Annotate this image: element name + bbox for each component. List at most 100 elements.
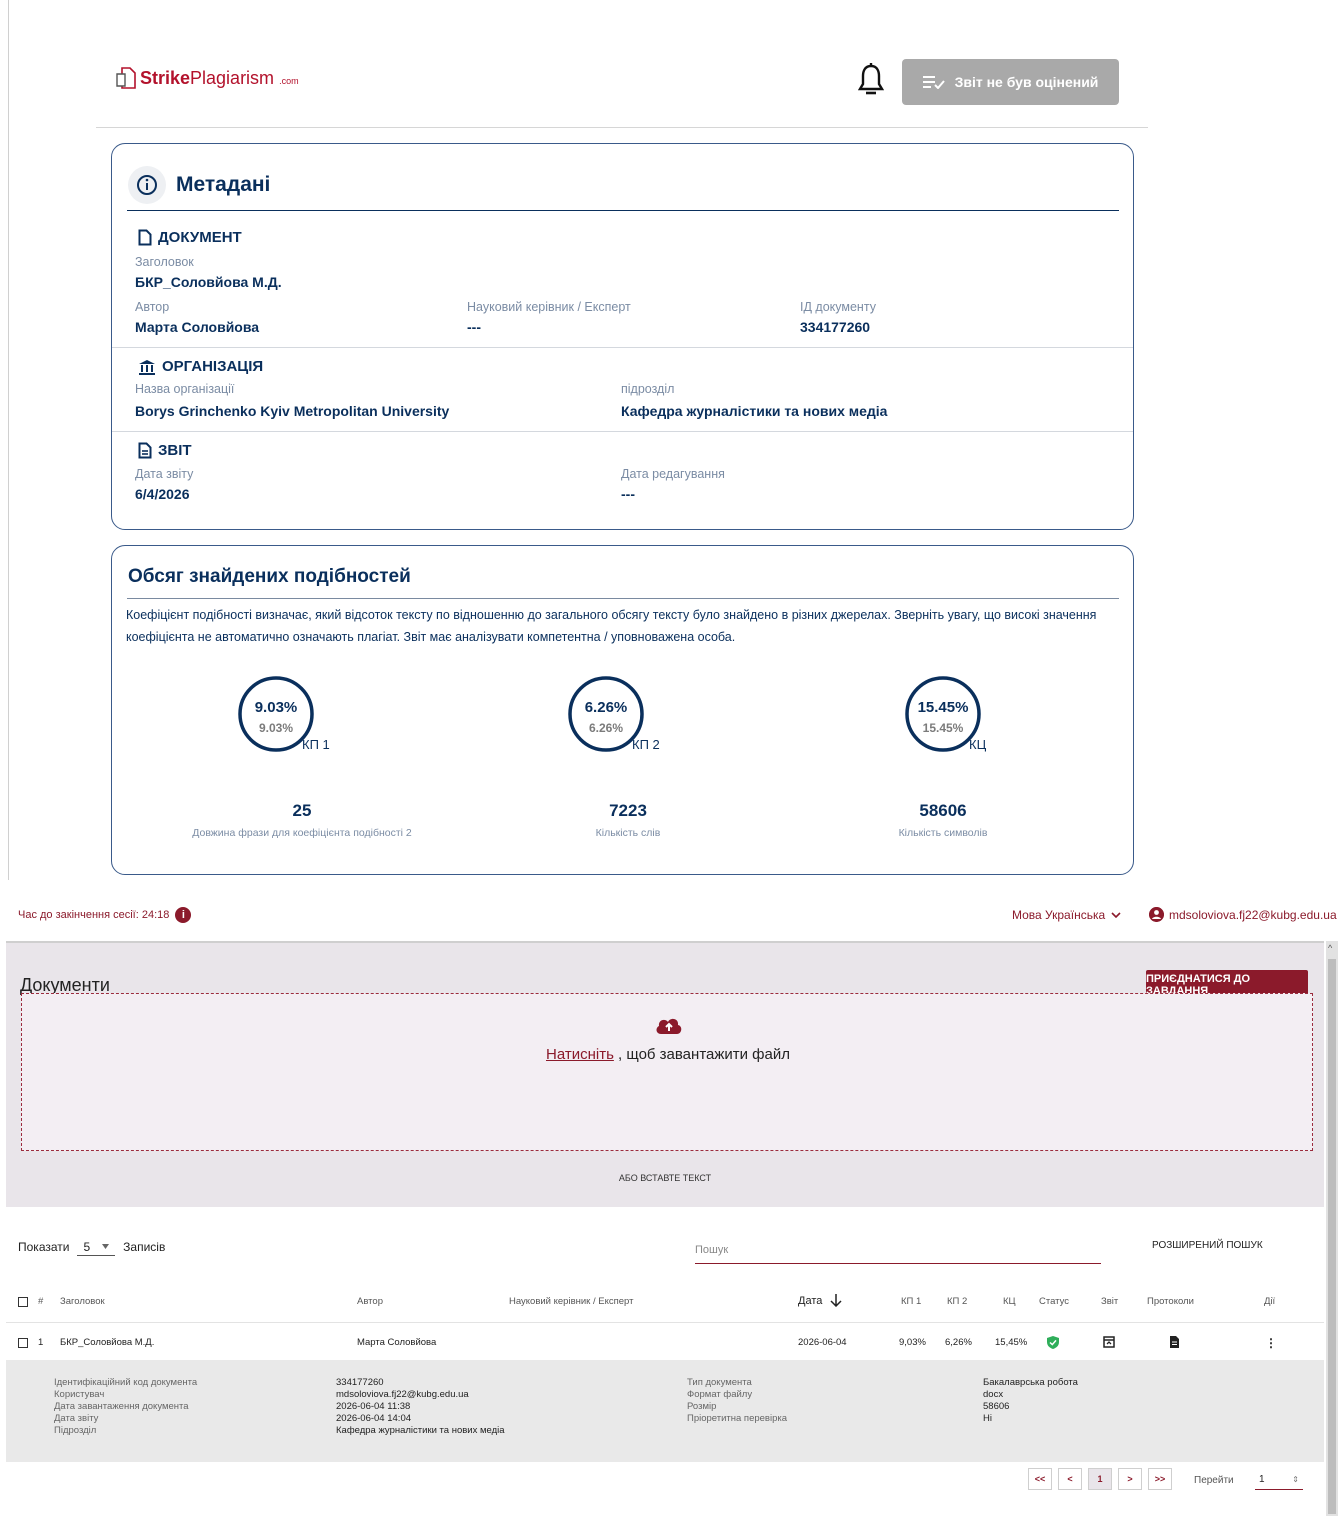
gauge-main-value: 6.26%	[585, 699, 628, 716]
supervisor-value: ---	[467, 319, 481, 335]
document-section-heading: ДОКУМЕНТ	[138, 229, 242, 246]
advanced-search-button[interactable]: РОЗШИРЕНИЙ ПОШУК	[1152, 1240, 1263, 1251]
row-kc: 15,45%	[995, 1337, 1028, 1348]
details-values-left: 334177260 mdsoloviova.fj22@kubg.edu.ua 2…	[336, 1377, 505, 1436]
col-kp1[interactable]: КП 1	[901, 1296, 921, 1307]
organization-name-value: Borys Grinchenko Kyiv Metropolitan Unive…	[135, 403, 450, 419]
paste-text-link[interactable]: АБО ВСТАВТЕ ТЕКСТ	[6, 1173, 1324, 1183]
phrase-length-value: 25	[292, 801, 312, 820]
page-1-button[interactable]: 1	[1088, 1468, 1112, 1490]
goto-page-input[interactable]: 1 ⇕	[1255, 1470, 1303, 1490]
page-size-select[interactable]: 5	[77, 1238, 116, 1256]
col-author[interactable]: Автор	[357, 1296, 383, 1307]
report-header: Strike Plagiarism .com Звіт не був оцінени…	[96, 40, 1148, 128]
cloud-upload-icon	[656, 1018, 682, 1034]
logo-document-icon	[116, 67, 136, 89]
upload-instructions: Натисніть , щоб завантажити файл	[22, 1046, 1314, 1063]
organization-name-label: Назва організації	[135, 382, 235, 396]
gauge-sub-value: 9.03%	[259, 721, 293, 735]
stepper-icon[interactable]: ⇕	[1292, 1475, 1299, 1484]
eval-button-label: Звіт не був оцінений	[954, 74, 1099, 90]
info-icon[interactable]: i	[175, 907, 192, 923]
document-id-label: ІД документу	[800, 300, 876, 314]
protocol-document-icon[interactable]	[1168, 1336, 1180, 1348]
metadata-heading: Метадані	[128, 166, 270, 204]
section-divider	[112, 431, 1133, 432]
phrase-length-label: Довжина фрази для коефіцієнта подібності…	[192, 827, 412, 839]
row-details: Ідентифікаційний код документа Користува…	[6, 1360, 1324, 1462]
select-all-checkbox[interactable]	[18, 1297, 28, 1307]
author-value: Марта Соловйова	[135, 319, 260, 335]
upload-link[interactable]: Натисніть	[546, 1046, 614, 1063]
checklist-icon	[922, 76, 945, 89]
dropdown-arrow-icon	[102, 1244, 110, 1249]
scroll-up-icon[interactable]: ^	[1328, 943, 1332, 953]
report-not-evaluated-button[interactable]: Звіт не був оцінений	[902, 59, 1119, 105]
col-protocols: Протоколи	[1147, 1296, 1194, 1307]
similarity-card: Обсяг знайдених подібностей Коефіцієнт п…	[111, 545, 1134, 875]
shield-check-icon	[1047, 1336, 1059, 1349]
next-page-button[interactable]: >	[1118, 1468, 1142, 1490]
pagination: << < 1 > >>	[1028, 1468, 1172, 1490]
chevron-down-icon	[1111, 912, 1121, 918]
scrollbar-thumb[interactable]	[1328, 959, 1336, 1514]
institution-icon	[139, 359, 155, 375]
edit-date-label: Дата редагування	[621, 467, 725, 481]
col-title[interactable]: Заголовок	[60, 1296, 105, 1307]
report-date-value: 6/4/2026	[135, 486, 190, 502]
word-count-label: Кількість слів	[595, 827, 661, 839]
title-label: Заголовок	[135, 255, 194, 269]
info-icon	[128, 166, 166, 204]
metadata-card: Метадані ДОКУМЕНТ Заголовок БКР_Соловйов…	[111, 143, 1134, 530]
supervisor-label: Науковий керівник / Експерт	[467, 300, 631, 314]
gauge-main-value: 15.45%	[918, 699, 969, 716]
department-label: підрозділ	[621, 382, 675, 396]
gauge-sub-value: 6.26%	[589, 721, 623, 735]
document-id-value: 334177260	[800, 319, 871, 335]
col-kc[interactable]: КЦ	[1003, 1296, 1016, 1307]
col-actions: Дії	[1264, 1296, 1276, 1307]
logo-com: .com	[279, 76, 299, 86]
gauge-label-kp2: КП 2	[632, 737, 660, 752]
report-section-heading: ЗВІТ	[138, 442, 192, 459]
strikeplagiarism-logo: Strike Plagiarism .com	[116, 66, 299, 90]
department-value: Кафедра журналістики та нових медіа	[621, 403, 888, 419]
report-open-icon[interactable]	[1103, 1336, 1115, 1348]
gauge-label-kp1: КП 1	[302, 737, 330, 752]
header-divider	[6, 1322, 1324, 1323]
details-labels-right: Тип документа Формат файлу Розмір Пріоре…	[687, 1377, 788, 1424]
row-kp2: 6,26%	[945, 1337, 972, 1348]
row-kp1: 9,03%	[899, 1337, 926, 1348]
prev-page-button[interactable]: <	[1058, 1468, 1082, 1490]
search-input[interactable]: Пошук	[695, 1240, 1101, 1264]
metadata-rule	[127, 210, 1119, 211]
gauge-main-value: 9.03%	[255, 699, 298, 716]
bell-icon[interactable]	[858, 62, 884, 98]
logo-plagiarism: Plagiarism	[190, 67, 275, 88]
app-topbar: Час до закінчення сесії: 24:18 i Мова Ук…	[0, 900, 1338, 932]
details-values-right: Бакалаврська робота docx 58606 Ні	[983, 1377, 1078, 1424]
gauge-label-kc: КЦ	[969, 737, 987, 752]
upload-text: , щоб завантажити файл	[613, 1046, 791, 1063]
col-kp2[interactable]: КП 2	[947, 1296, 967, 1307]
similarity-rule	[127, 598, 1119, 599]
report-view: Strike Plagiarism .com Звіт не був оцінени…	[0, 0, 1338, 890]
row-checkbox[interactable]	[18, 1338, 28, 1348]
row-num: 1	[38, 1337, 44, 1348]
goto-label: Перейти	[1194, 1475, 1234, 1486]
edit-date-value: ---	[621, 486, 635, 502]
upload-dropzone[interactable]: Натисніть , щоб завантажити файл	[21, 993, 1313, 1151]
metadata-title: Метадані	[176, 173, 271, 196]
row-actions-menu-icon[interactable]: ⋮	[1265, 1336, 1277, 1350]
organization-section-heading: ОРГАНІЗАЦІЯ	[138, 358, 263, 375]
language-selector[interactable]: Мова Українська	[1012, 908, 1121, 922]
row-author: Марта Соловйова	[357, 1337, 437, 1348]
session-text: Час до закінчення сесії: 24:18	[18, 909, 170, 921]
last-page-button[interactable]: >>	[1148, 1468, 1172, 1490]
row-title[interactable]: БКР_Соловйова М.Д.	[60, 1337, 154, 1348]
user-menu[interactable]: mdsoloviova.fj22@kubg.edu.ua	[1149, 907, 1337, 922]
col-date[interactable]: Дата	[798, 1294, 842, 1307]
first-page-button[interactable]: <<	[1028, 1468, 1052, 1490]
col-supervisor[interactable]: Науковий керівник / Експерт	[509, 1296, 633, 1307]
scrollbar[interactable]: ^	[1326, 941, 1338, 1516]
